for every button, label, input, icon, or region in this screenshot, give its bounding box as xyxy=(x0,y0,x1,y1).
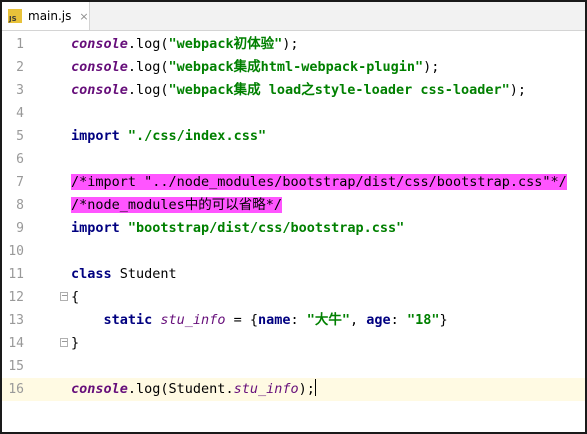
code-line[interactable]: 13 static stu_info = {name: "大牛", age: "… xyxy=(2,309,585,332)
code-line[interactable]: 9 import "bootstrap/dist/css/bootstrap.cs… xyxy=(2,217,585,240)
code-text: console.log("webpack集成html-webpack-plugi… xyxy=(71,56,439,79)
line-number: 13 xyxy=(8,313,24,328)
line-number: 6 xyxy=(16,152,24,167)
code-token: ); xyxy=(298,381,315,397)
code-line[interactable]: 12 −{ xyxy=(2,286,585,309)
code-token: name xyxy=(257,312,291,328)
line-number: 15 xyxy=(8,359,24,374)
code-line[interactable]: 4 xyxy=(2,102,585,125)
code-token: console xyxy=(71,381,128,397)
code-text: class Student xyxy=(71,263,177,286)
line-number: 1 xyxy=(16,37,24,52)
code-token: "大牛" xyxy=(306,312,351,328)
code-line[interactable]: 14 −} xyxy=(2,332,585,355)
code-text: static stu_info = {name: "大牛", age: "18"… xyxy=(71,309,448,332)
code-token: } xyxy=(439,312,448,328)
line-number: 2 xyxy=(16,60,24,75)
line-number: 9 xyxy=(16,221,24,236)
code-token: ); xyxy=(282,36,299,52)
code-editor[interactable]: 1 console.log("webpack初体验"); 2 console.log(… xyxy=(2,31,585,432)
code-line[interactable]: 1 console.log("webpack初体验"); xyxy=(2,33,585,56)
line-number: 12 xyxy=(8,290,24,305)
fold-toggle-icon[interactable]: − xyxy=(60,292,68,301)
code-text: /*import "../node_modules/bootstrap/dist… xyxy=(71,171,567,194)
code-token: "bootstrap/dist/css/bootstrap.css" xyxy=(127,220,405,236)
code-token: "webpack集成 load之style-loader css-loader" xyxy=(168,82,510,98)
code-token: .log( xyxy=(127,36,169,52)
line-number: 7 xyxy=(16,175,24,190)
code-token: : xyxy=(290,312,307,328)
code-token: Student xyxy=(119,266,177,282)
code-token: .log( xyxy=(127,59,169,75)
code-line[interactable]: 11 class Student xyxy=(2,263,585,286)
code-token: "18" xyxy=(406,312,440,328)
code-line[interactable]: 7 /*import "../node_modules/bootstrap/dis… xyxy=(2,171,585,194)
code-token: age xyxy=(366,312,391,328)
tab-bar: JS main.js × xyxy=(2,2,585,31)
code-token: console xyxy=(71,82,128,98)
code-text: } xyxy=(71,332,79,355)
close-icon[interactable]: × xyxy=(79,10,88,23)
code-token: ); xyxy=(509,82,527,98)
line-number: 5 xyxy=(16,129,24,144)
code-text: console.log("webpack初体验"); xyxy=(71,33,298,56)
code-text: import "./css/index.css" xyxy=(71,125,266,148)
code-token: .log( xyxy=(127,82,169,98)
code-token: : xyxy=(390,312,407,328)
code-token: "webpack初体验" xyxy=(168,36,283,52)
code-token: "./css/index.css" xyxy=(127,128,267,144)
code-text: /*node_modules中的可以省略*/ xyxy=(71,194,283,217)
code-token: .log(Student. xyxy=(127,381,234,397)
code-token: "webpack集成html-webpack-plugin" xyxy=(168,59,424,75)
code-text: import "bootstrap/dist/css/bootstrap.css… xyxy=(71,217,404,240)
tab-main-js[interactable]: JS main.js × xyxy=(2,2,90,30)
code-line[interactable]: 10 xyxy=(2,240,585,263)
fold-toggle-icon[interactable]: − xyxy=(60,338,68,347)
code-line[interactable]: 16 console.log(Student.stu_info); xyxy=(2,378,585,401)
editor-window: JS main.js × 1 console.log("webpack初体验");… xyxy=(0,0,587,434)
code-line[interactable]: 2 console.log("webpack集成html-webpack-plug… xyxy=(2,56,585,79)
line-number: 16 xyxy=(8,382,24,397)
line-number: 14 xyxy=(8,336,24,351)
code-line[interactable]: 3 console.log("webpack集成 load之style-loade… xyxy=(2,79,585,102)
code-text: console.log("webpack集成 load之style-loader… xyxy=(71,79,526,102)
code-token: stu_info xyxy=(233,381,299,397)
javascript-file-icon: JS xyxy=(8,9,22,23)
line-number: 8 xyxy=(16,198,24,213)
code-line[interactable]: 5 import "./css/index.css" xyxy=(2,125,585,148)
code-token: , xyxy=(350,312,367,328)
code-token: class xyxy=(71,266,120,282)
code-token: { xyxy=(71,289,80,305)
code-text: { xyxy=(71,286,79,309)
code-token: stu_info xyxy=(160,312,226,328)
text-caret xyxy=(314,379,316,396)
tab-label: main.js xyxy=(28,9,72,23)
code-token: = { xyxy=(225,312,258,328)
code-token: console xyxy=(71,59,128,75)
code-token: /*import "../node_modules/bootstrap/dist… xyxy=(71,174,567,190)
line-number: 3 xyxy=(16,83,24,98)
code-token: import xyxy=(71,128,128,144)
code-token: static xyxy=(103,312,161,328)
code-token: /*node_modules中的可以省略*/ xyxy=(71,197,283,213)
code-token: } xyxy=(71,335,80,351)
code-line[interactable]: 6 xyxy=(2,148,585,171)
code-text: console.log(Student.stu_info); xyxy=(71,378,316,401)
line-number: 4 xyxy=(16,106,24,121)
line-number: 10 xyxy=(8,244,24,259)
code-line[interactable]: 15 xyxy=(2,355,585,378)
code-token: ); xyxy=(423,59,440,75)
code-token: console xyxy=(71,36,128,52)
line-number: 11 xyxy=(8,267,24,282)
code-line[interactable]: 8 /*node_modules中的可以省略*/ xyxy=(2,194,585,217)
code-token: import xyxy=(71,220,128,236)
